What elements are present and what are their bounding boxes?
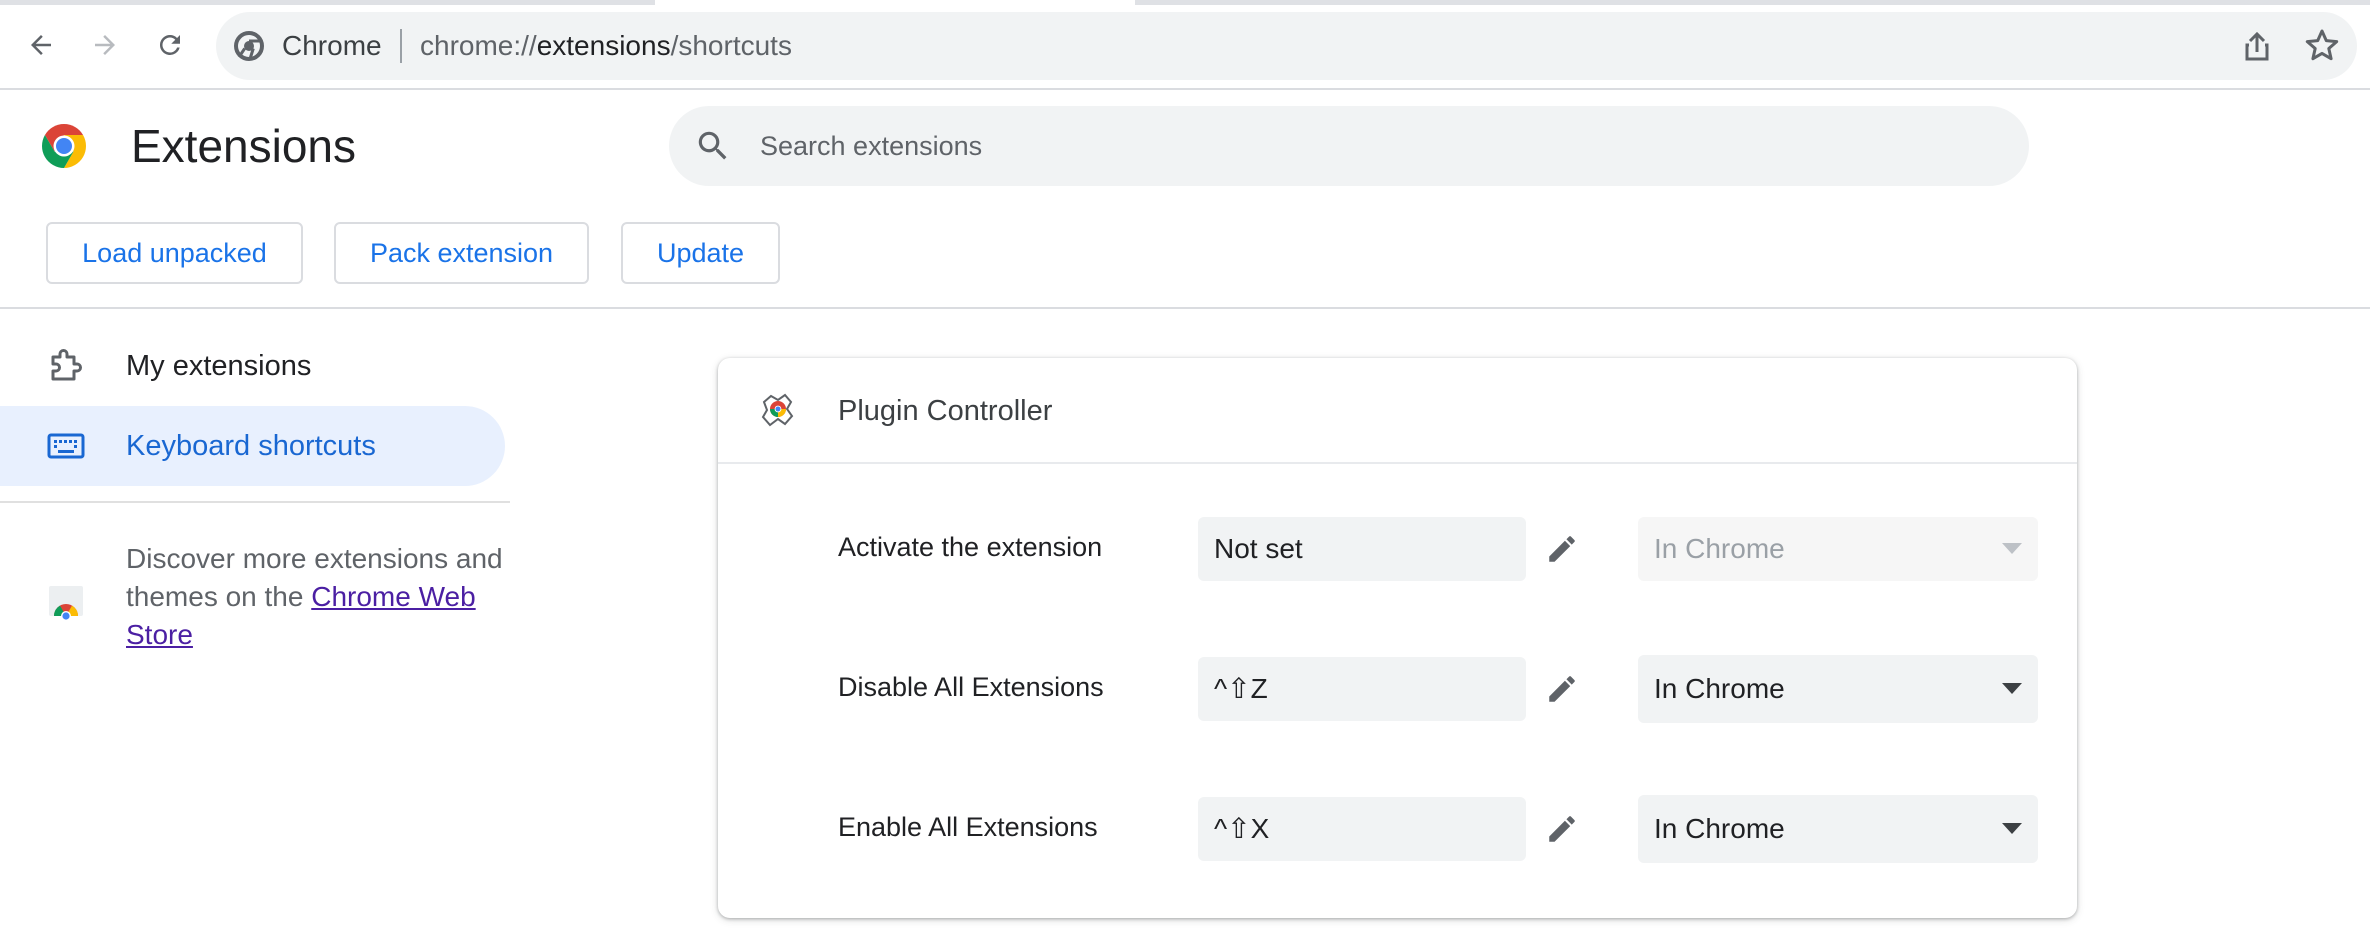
web-store-icon — [46, 580, 86, 621]
shortcut-value: ^⇧X — [1214, 813, 1270, 844]
command-label: Enable All Extensions — [838, 812, 1098, 842]
chrome-logo-icon — [40, 122, 88, 170]
toolbar-divider — [0, 88, 2370, 90]
star-icon — [2305, 29, 2339, 61]
reload-icon — [159, 34, 180, 55]
scope-select[interactable]: In Chrome — [1638, 655, 2038, 723]
edit-shortcut-button[interactable] — [1540, 807, 1584, 851]
forward-button[interactable] — [81, 21, 129, 69]
scope-value: In Chrome — [1654, 673, 1785, 704]
tab-strip-edge — [0, 0, 2370, 5]
share-button[interactable] — [2237, 26, 2277, 66]
search-icon — [694, 127, 732, 165]
web-store-promo: Discover more extensions and themes on t… — [126, 540, 506, 654]
url-path: /shortcuts — [670, 30, 792, 61]
edit-shortcut-button[interactable] — [1540, 527, 1584, 571]
back-button[interactable] — [17, 21, 65, 69]
sidebar-item-my-extensions[interactable]: My extensions — [0, 326, 505, 406]
scope-select[interactable]: In Chrome — [1638, 795, 2038, 863]
sidebar-item-keyboard-shortcuts[interactable]: Keyboard shortcuts — [0, 406, 505, 486]
edit-shortcut-button[interactable] — [1540, 667, 1584, 711]
update-button[interactable]: Update — [621, 222, 780, 284]
pencil-icon — [1549, 816, 1575, 842]
shortcut-field[interactable]: ^⇧Z — [1198, 657, 1526, 721]
scope-value: In Chrome — [1654, 813, 1785, 844]
command-label: Activate the extension — [838, 532, 1103, 562]
chevron-down-icon — [2002, 543, 2022, 554]
chevron-down-icon — [2002, 823, 2022, 834]
shortcut-value: Not set — [1214, 533, 1303, 564]
sidebar-item-label: My extensions — [126, 349, 312, 382]
card-divider — [718, 462, 2077, 464]
omnibox-url[interactable]: chrome://extensions/shortcuts — [420, 26, 792, 66]
chrome-chip-icon — [233, 30, 265, 62]
page-title: Extensions — [131, 120, 357, 172]
keyboard-icon — [47, 433, 85, 459]
pencil-icon — [1549, 676, 1575, 702]
shortcut-field[interactable]: ^⇧X — [1198, 797, 1526, 861]
share-icon — [2245, 31, 2269, 61]
scope-select: In Chrome — [1638, 517, 2038, 581]
header-divider — [0, 307, 2370, 309]
bookmark-button[interactable] — [2302, 26, 2342, 66]
search-input[interactable] — [760, 126, 1960, 166]
shortcut-value: ^⇧Z — [1214, 673, 1268, 704]
chevron-down-icon — [2002, 683, 2022, 694]
pack-extension-button[interactable]: Pack extension — [334, 222, 589, 284]
omnibox-separator — [400, 29, 402, 63]
extension-icon — [754, 388, 800, 434]
url-scheme: chrome:// — [420, 30, 537, 61]
pencil-icon — [1549, 536, 1575, 562]
load-unpacked-button[interactable]: Load unpacked — [46, 222, 303, 284]
omnibox-chip-label: Chrome — [282, 30, 382, 61]
url-host: extensions — [536, 30, 671, 61]
extension-name: Plugin Controller — [838, 395, 1053, 427]
sidebar-item-label: Keyboard shortcuts — [126, 429, 376, 462]
sidebar-divider — [0, 501, 510, 503]
puzzle-icon — [51, 349, 82, 381]
reload-button[interactable] — [146, 21, 194, 69]
arrow-right-icon — [95, 35, 115, 55]
shortcut-field[interactable]: Not set — [1198, 517, 1526, 581]
scope-value: In Chrome — [1654, 533, 1785, 564]
arrow-left-icon — [31, 35, 51, 55]
command-label: Disable All Extensions — [838, 672, 1104, 702]
